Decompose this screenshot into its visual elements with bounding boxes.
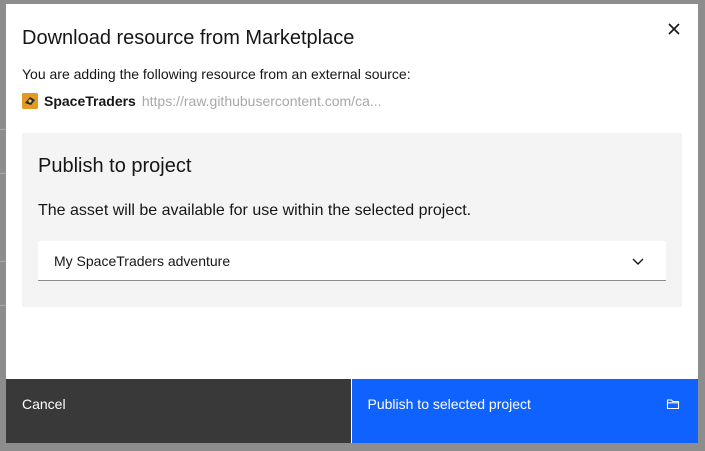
spacetraders-logo-icon (22, 93, 38, 109)
folder-icon (666, 399, 680, 410)
resource-url[interactable]: https://raw.githubusercontent.com/ca... (142, 93, 382, 109)
close-button[interactable] (664, 19, 684, 39)
close-icon (668, 23, 680, 35)
publish-button[interactable]: Publish to selected project (351, 379, 698, 443)
project-select-value: My SpaceTraders adventure (54, 253, 231, 269)
modal-title: Download resource from Marketplace (22, 27, 355, 49)
modal-subtitle: You are adding the following resource fr… (22, 66, 411, 82)
resource-name: SpaceTraders (44, 93, 136, 109)
cancel-button[interactable]: Cancel (6, 379, 351, 443)
publish-panel: Publish to project The asset will be ava… (22, 133, 682, 307)
publish-button-label: Publish to selected project (367, 396, 531, 412)
resource-info: SpaceTraders https://raw.githubuserconte… (22, 91, 382, 111)
cancel-button-label: Cancel (22, 396, 66, 412)
panel-description: The asset will be available for use with… (38, 202, 472, 219)
project-select[interactable]: My SpaceTraders adventure (38, 241, 666, 281)
chevron-down-icon (632, 258, 644, 265)
panel-title: Publish to project (38, 155, 192, 177)
download-resource-modal: Download resource from Marketplace You a… (6, 4, 698, 443)
modal-footer: Cancel Publish to selected project (6, 379, 698, 443)
